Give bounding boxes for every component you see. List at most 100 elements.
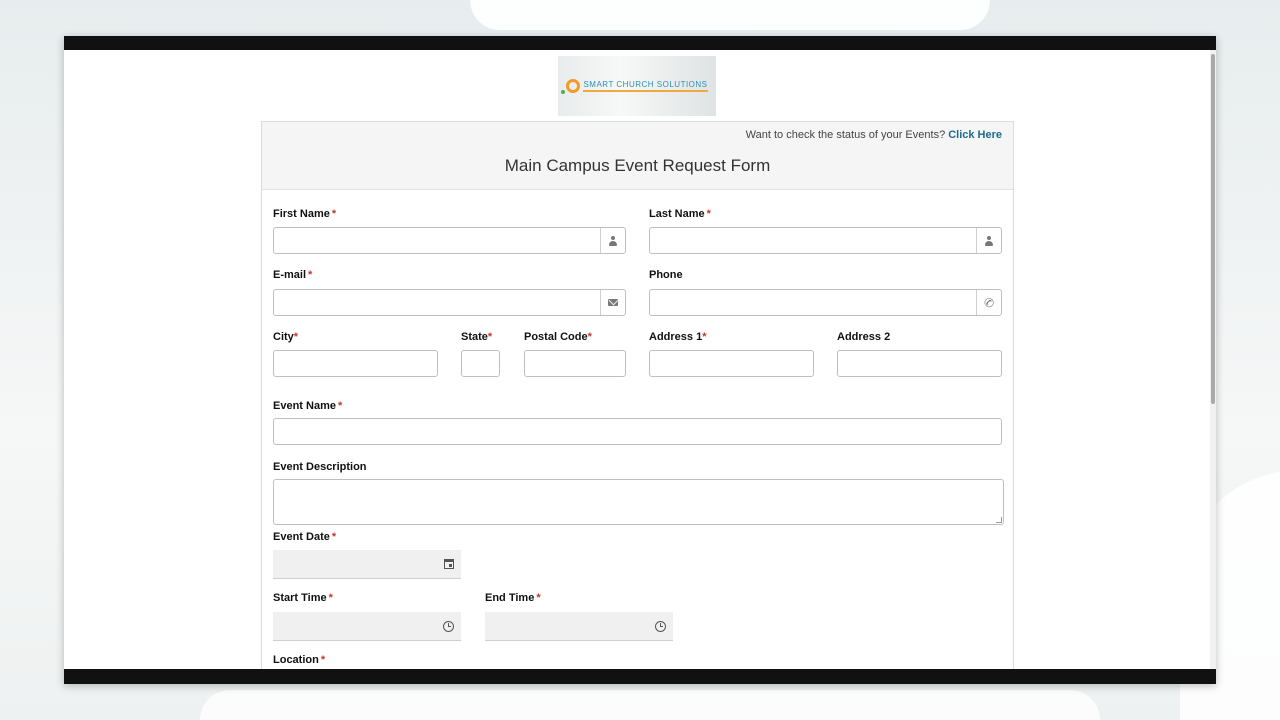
first-name-label-text: First Name: [273, 208, 330, 220]
location-label: Location *: [273, 654, 325, 666]
required-marker: *: [293, 331, 299, 343]
postal-code-input[interactable]: [525, 351, 625, 376]
address1-label: Address 1*: [649, 331, 706, 343]
event-request-form: Want to check the status of your Events?…: [261, 121, 1014, 669]
last-name-label: Last Name *: [649, 208, 711, 220]
status-check-line: Want to check the status of your Events?…: [746, 129, 1002, 141]
event-name-label: Event Name *: [273, 400, 342, 412]
required-marker: *: [487, 331, 493, 343]
start-time-field[interactable]: [273, 612, 461, 641]
required-marker: *: [702, 331, 707, 343]
phone-label: Phone: [649, 269, 683, 281]
browser-viewport: SMART CHURCH SOLUTIONS Want to check the…: [64, 50, 1216, 669]
email-label-text: E-mail: [273, 269, 307, 281]
person-icon: [984, 235, 994, 246]
event-date-label: Event Date *: [273, 531, 336, 543]
clock-icon: [655, 620, 666, 632]
event-description-label: Event Description: [273, 461, 367, 473]
last-name-field[interactable]: [649, 227, 1002, 254]
email-addon: [600, 290, 625, 315]
first-name-field[interactable]: [273, 227, 626, 254]
location-label-text: Location: [273, 654, 319, 666]
end-time-label: End Time *: [485, 592, 541, 604]
first-name-addon: [600, 228, 625, 253]
phone-field[interactable]: ✆: [649, 289, 1002, 316]
email-input[interactable]: [274, 290, 599, 315]
background-highlight: [470, 0, 990, 30]
end-time-picker[interactable]: [648, 612, 673, 640]
postal-code-label-text: Postal Code: [524, 331, 588, 343]
monitor-frame: SMART CHURCH SOLUTIONS Want to check the…: [64, 36, 1216, 684]
address2-label-text: Address 2: [837, 331, 891, 343]
scrollbar-thumb[interactable]: [1211, 54, 1215, 404]
start-time-picker[interactable]: [436, 612, 461, 640]
phone-input[interactable]: [650, 290, 975, 315]
event-description-textarea[interactable]: [274, 480, 1003, 524]
form-title: Main Campus Event Request Form: [504, 156, 771, 175]
required-marker: *: [337, 400, 343, 412]
required-marker: *: [706, 208, 711, 220]
form-header: Want to check the status of your Events?…: [262, 122, 1013, 190]
event-date-input[interactable]: [273, 550, 435, 578]
event-name-field[interactable]: [273, 418, 1002, 445]
start-time-label: Start Time *: [273, 592, 333, 604]
end-time-input[interactable]: [485, 612, 647, 640]
state-field[interactable]: [461, 350, 500, 377]
city-label-text: City: [273, 331, 294, 343]
envelope-icon: [608, 299, 618, 306]
required-marker: *: [331, 531, 337, 543]
address1-input[interactable]: [650, 351, 813, 376]
required-marker: *: [587, 331, 592, 343]
last-name-input[interactable]: [650, 228, 975, 253]
address2-field[interactable]: [837, 350, 1002, 377]
logo-mark-icon: [561, 79, 581, 94]
last-name-label-text: Last Name: [649, 208, 705, 220]
end-time-field[interactable]: [485, 612, 673, 641]
email-label: E-mail *: [273, 269, 312, 281]
phone-icon: ✆: [981, 294, 997, 311]
postal-code-label: Postal Code*: [524, 331, 592, 343]
status-link[interactable]: Click Here: [948, 129, 1002, 141]
city-label: City*: [273, 331, 298, 343]
event-description-label-text: Event Description: [273, 461, 367, 473]
first-name-input[interactable]: [274, 228, 599, 253]
background-highlight: [200, 690, 1100, 720]
clock-icon: [443, 620, 454, 632]
start-time-label-text: Start Time: [273, 592, 327, 604]
end-time-label-text: End Time: [485, 592, 535, 604]
postal-code-field[interactable]: [524, 350, 626, 377]
required-marker: *: [308, 269, 313, 281]
event-date-picker[interactable]: [436, 550, 461, 578]
required-marker: *: [320, 654, 326, 666]
address2-label: Address 2: [837, 331, 890, 343]
city-field[interactable]: [273, 350, 438, 377]
email-field[interactable]: [273, 289, 626, 316]
start-time-input[interactable]: [273, 612, 435, 640]
address2-input[interactable]: [838, 351, 1001, 376]
required-marker: *: [536, 592, 541, 604]
required-marker: *: [331, 208, 337, 220]
phone-addon: ✆: [976, 290, 1001, 315]
phone-label-text: Phone: [649, 269, 683, 281]
city-input[interactable]: [274, 351, 437, 376]
resize-grip-icon[interactable]: [996, 517, 1002, 523]
address1-label-text: Address 1: [649, 331, 703, 343]
event-description-field[interactable]: [273, 479, 1004, 525]
logo-text: SMART CHURCH SOLUTIONS: [583, 80, 708, 92]
event-date-label-text: Event Date: [273, 531, 330, 543]
address1-field[interactable]: [649, 350, 814, 377]
event-name-label-text: Event Name: [273, 400, 336, 412]
required-marker: *: [328, 592, 333, 604]
event-name-input[interactable]: [274, 419, 1001, 444]
page-scrollbar[interactable]: [1210, 50, 1216, 669]
church-logo: SMART CHURCH SOLUTIONS: [558, 56, 716, 116]
person-icon: [608, 235, 618, 246]
event-date-field[interactable]: [273, 550, 461, 579]
first-name-label: First Name *: [273, 208, 336, 220]
state-label-text: State: [461, 331, 488, 343]
state-input[interactable]: [462, 351, 499, 376]
calendar-icon: [443, 559, 454, 569]
status-prompt: Want to check the status of your Events?: [745, 129, 946, 141]
last-name-addon: [976, 228, 1001, 253]
state-label: State*: [461, 331, 492, 343]
